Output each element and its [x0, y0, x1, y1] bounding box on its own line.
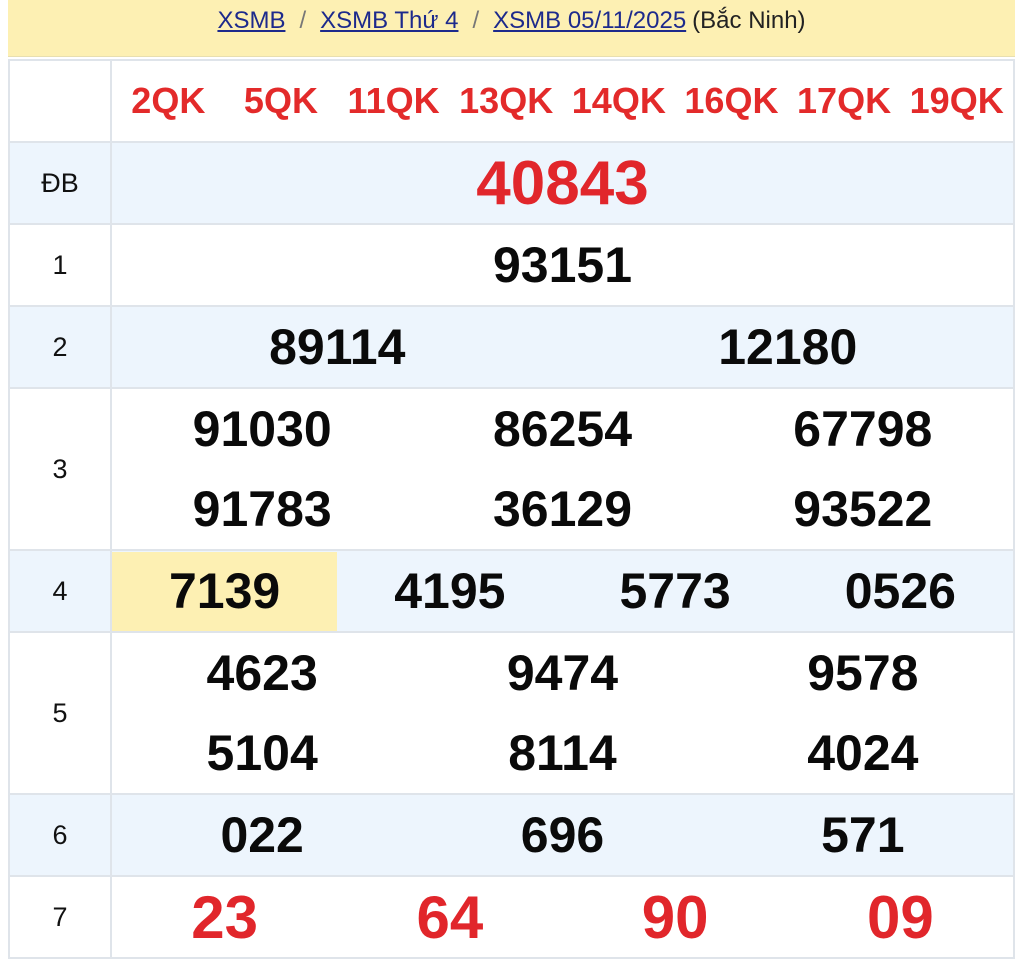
prize-number: 89114 — [269, 319, 406, 375]
codes-cell: 2QK 5QK 11QK 13QK 14QK 16QK 17QK 19QK — [110, 59, 1015, 143]
prize-row-2: 2 89114 12180 — [8, 305, 1015, 389]
special-prize-number: 40843 — [476, 148, 649, 218]
code-item: 13QK — [459, 80, 554, 121]
prize-row-5: 5 4623 9474 9578 5104 8114 4024 — [8, 631, 1015, 795]
prize-row-7: 7 23 64 90 09 — [8, 875, 1015, 959]
prize-number: 86254 — [492, 401, 633, 457]
code-item: 14QK — [571, 80, 666, 121]
prize-number: 696 — [520, 807, 605, 863]
prize-label: 5 — [8, 631, 112, 795]
prize-label: 7 — [8, 875, 112, 959]
breadcrumb: XSMB / XSMB Thứ 4 / XSMB 05/11/2025 (Bắc… — [8, 0, 1015, 57]
prize-label: 2 — [8, 305, 112, 389]
code-item: 2QK — [131, 80, 206, 121]
prize-numbers-cell: 40843 — [110, 141, 1015, 225]
prize-row-1: 1 93151 — [8, 223, 1015, 307]
prize-number: 571 — [821, 807, 905, 863]
prize-number: 64 — [416, 883, 484, 951]
prize-label: 3 — [8, 387, 112, 551]
results-table: 2QK 5QK 11QK 13QK 14QK 16QK 17QK 19QK ĐB… — [8, 59, 1015, 959]
prize-number: 36129 — [492, 481, 633, 537]
prize-number: 8114 — [508, 725, 617, 781]
breadcrumb-province: (Bắc Ninh) — [692, 7, 806, 34]
breadcrumb-link-xsmb[interactable]: XSMB — [217, 7, 285, 35]
codes-row: 2QK 5QK 11QK 13QK 14QK 16QK 17QK 19QK — [8, 59, 1015, 143]
prize-number: 09 — [867, 883, 934, 951]
prize-numbers-cell: 7139 4195 5773 0526 — [110, 549, 1015, 633]
prize-number: 022 — [220, 807, 304, 863]
prize-number: 4195 — [394, 562, 506, 619]
prize-row-special: ĐB 40843 — [8, 141, 1015, 225]
prize-number: 93522 — [793, 481, 933, 537]
prize-number: 4024 — [807, 725, 919, 781]
prize-numbers-cell: 91030 86254 67798 91783 36129 93522 — [110, 387, 1015, 551]
breadcrumb-link-xsmb-thu4[interactable]: XSMB Thứ 4 — [320, 7, 458, 35]
prize-numbers-cell: 89114 12180 — [110, 305, 1015, 389]
prize-number: 23 — [191, 883, 258, 951]
code-item: 11QK — [347, 80, 440, 121]
prize-number: 5773 — [619, 562, 731, 619]
breadcrumb-separator: / — [472, 7, 480, 34]
prize-number: 0526 — [844, 562, 956, 619]
prize-number: 93151 — [492, 237, 633, 293]
prize-numbers-cell: 022 696 571 — [110, 793, 1015, 877]
prize-number: 5104 — [206, 725, 318, 781]
prize-numbers-cell: 4623 9474 9578 5104 8114 4024 — [110, 631, 1015, 795]
prize-row-4: 4 7139 4195 5773 0526 — [8, 549, 1015, 633]
prize-number: 12180 — [718, 319, 858, 375]
code-item: 17QK — [797, 80, 892, 121]
prize-number: 67798 — [793, 401, 933, 457]
prize-number: 9474 — [506, 645, 619, 701]
code-item: 5QK — [243, 80, 318, 121]
prize-row-3: 3 91030 86254 67798 91783 36129 93522 — [8, 387, 1015, 551]
code-item: 16QK — [684, 80, 779, 121]
prize-number: 4623 — [206, 645, 318, 701]
prize-number: 9578 — [807, 645, 919, 701]
codes-label-cell — [8, 59, 112, 143]
prize-number-highlighted: 7139 — [112, 551, 338, 631]
prize-label: ĐB — [8, 141, 112, 225]
prize-number: 91030 — [192, 401, 332, 457]
breadcrumb-link-xsmb-date[interactable]: XSMB 05/11/2025 — [493, 7, 686, 35]
prize-number: 90 — [641, 883, 709, 951]
code-item: 19QK — [909, 80, 1004, 121]
prize-label: 1 — [8, 223, 112, 307]
prize-number: 91783 — [192, 481, 332, 537]
breadcrumb-separator: / — [299, 7, 307, 34]
prize-numbers-cell: 93151 — [110, 223, 1015, 307]
prize-row-6: 6 022 696 571 — [8, 793, 1015, 877]
prize-numbers-cell: 23 64 90 09 — [110, 875, 1015, 959]
prize-label: 6 — [8, 793, 112, 877]
prize-label: 4 — [8, 549, 112, 633]
